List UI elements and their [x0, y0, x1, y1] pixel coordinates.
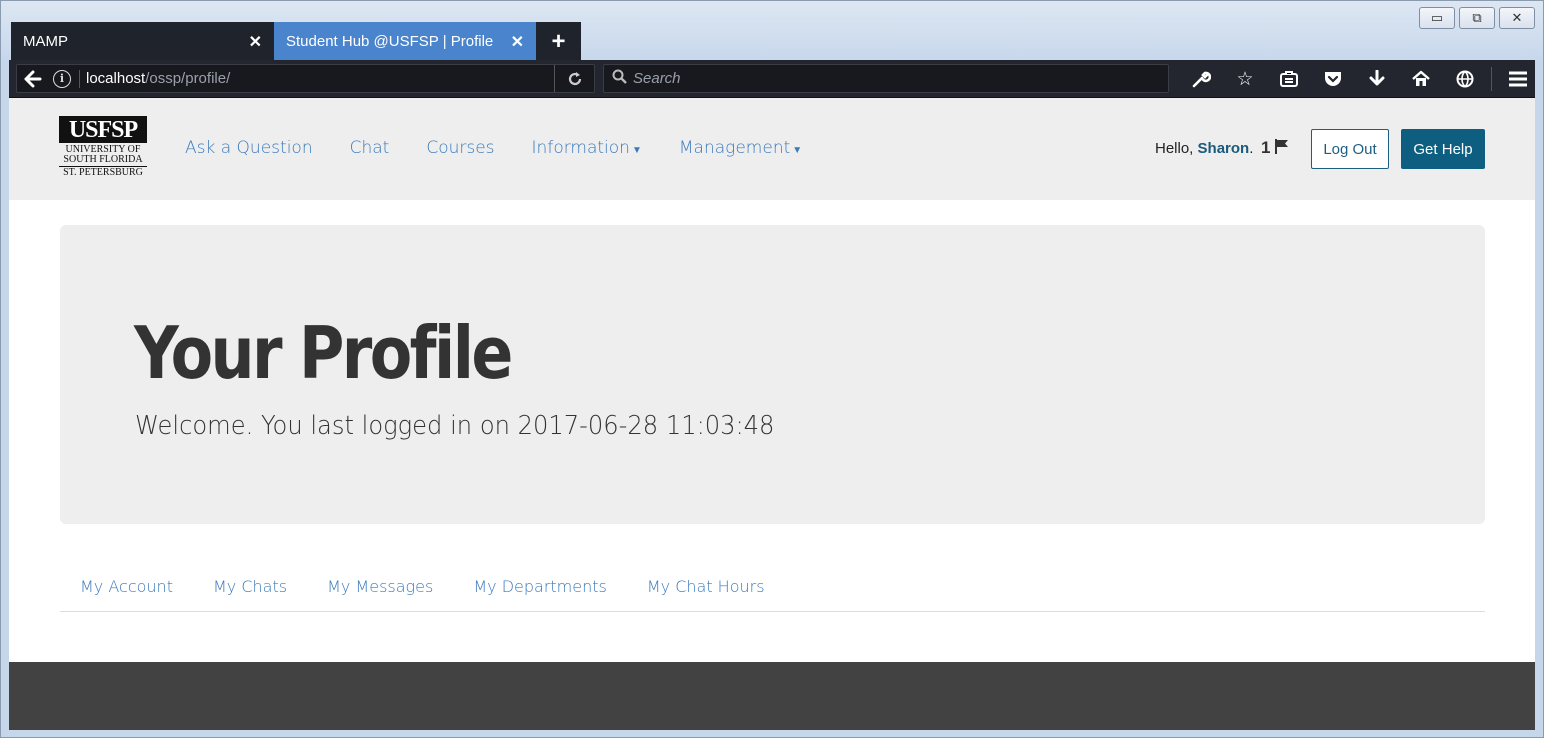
main-nav: Ask a Question Chat Courses Information ▼… [185, 136, 839, 163]
web-page: USFSP UNIVERSITY OF SOUTH FLORIDA ST. PE… [9, 98, 1535, 730]
site-info-icon[interactable]: i [53, 69, 71, 88]
pocket-icon[interactable] [1311, 60, 1355, 98]
nav-label: Management [678, 138, 791, 158]
browser-toolbar: i localhost/ossp/profile/ ☆ [9, 60, 1535, 98]
wrench-icon[interactable] [1179, 60, 1223, 98]
site-header: USFSP UNIVERSITY OF SOUTH FLORIDA ST. PE… [9, 98, 1535, 200]
window-controls: ▭ ⧉ ✕ [1419, 7, 1535, 29]
search-input[interactable] [633, 70, 1133, 87]
close-window-button[interactable]: ✕ [1499, 7, 1535, 29]
close-tab-icon[interactable]: ✕ [511, 32, 524, 52]
reading-list-icon[interactable] [1267, 60, 1311, 98]
tab-my-messages[interactable]: My Messages [307, 565, 453, 609]
tab-mamp[interactable]: MAMP ✕ [11, 22, 274, 61]
url-bar[interactable]: i localhost/ossp/profile/ [16, 64, 595, 93]
url-host: localhost [86, 69, 146, 87]
nav-chat[interactable]: Chat [350, 136, 390, 163]
nav-label: Information [531, 138, 630, 158]
nav-information-dropdown[interactable]: Information ▼ [532, 136, 642, 163]
search-icon [612, 69, 627, 88]
download-icon[interactable] [1355, 60, 1399, 98]
caret-down-icon: ▼ [792, 145, 803, 156]
logo-line: ST. PETERSBURG [59, 166, 147, 178]
tab-my-chat-hours[interactable]: My Chat Hours [627, 565, 785, 609]
nav-label: Ask a Question [185, 138, 313, 158]
tab-my-chats[interactable]: My Chats [193, 565, 307, 609]
restore-button[interactable]: ⧉ [1459, 7, 1495, 29]
nav-management-dropdown[interactable]: Management ▼ [679, 136, 802, 163]
flag-count: 1 [1261, 138, 1271, 157]
toolbar-icons: ☆ [1179, 60, 1540, 98]
url-path: /ossp/profile/ [145, 69, 231, 87]
menu-icon[interactable] [1496, 60, 1540, 98]
nav-label: Chat [349, 138, 390, 158]
tab-label: MAMP [23, 33, 68, 50]
url-text[interactable]: localhost/ossp/profile/ [79, 69, 554, 88]
usfsp-logo[interactable]: USFSP UNIVERSITY OF SOUTH FLORIDA ST. PE… [59, 116, 149, 178]
globe-icon[interactable] [1443, 60, 1487, 98]
tab-my-departments[interactable]: My Departments [453, 565, 627, 609]
page-title: Your Profile [134, 311, 513, 395]
greeting-suffix: . [1249, 140, 1254, 157]
profile-jumbotron: Your Profile Welcome. You last logged in… [60, 225, 1485, 524]
tab-my-account[interactable]: My Account [60, 565, 193, 609]
toolbar-divider [1491, 67, 1492, 91]
greeting: Hello, Sharon. [1155, 140, 1253, 157]
back-arrow-icon[interactable] [17, 65, 49, 92]
new-tab-button[interactable]: + [536, 22, 581, 61]
reload-icon[interactable] [554, 65, 594, 92]
last-login-text: Welcome. You last logged in on 2017-06-2… [135, 411, 775, 441]
flag-icon [1274, 138, 1290, 158]
site-footer [9, 662, 1535, 730]
flag-notifications[interactable]: 1 [1261, 138, 1290, 158]
greeting-prefix: Hello, [1155, 140, 1194, 157]
close-tab-icon[interactable]: ✕ [249, 32, 262, 52]
search-bar[interactable] [603, 64, 1169, 93]
log-out-button[interactable]: Log Out [1311, 129, 1389, 169]
logo-wordmark: USFSP [59, 116, 147, 143]
caret-down-icon: ▼ [631, 145, 642, 156]
logo-line: SOUTH FLORIDA [63, 154, 143, 165]
profile-tabs: My Account My Chats My Messages My Depar… [60, 565, 1485, 612]
nav-label: Courses [426, 138, 495, 158]
home-icon[interactable] [1399, 60, 1443, 98]
bookmark-star-icon[interactable]: ☆ [1223, 60, 1267, 98]
tab-label: Student Hub @USFSP | Profile [286, 33, 494, 50]
minimize-button[interactable]: ▭ [1419, 7, 1455, 29]
user-name[interactable]: Sharon [1198, 140, 1250, 157]
nav-courses[interactable]: Courses [426, 136, 494, 163]
tab-student-hub-profile[interactable]: Student Hub @USFSP | Profile ✕ [274, 22, 536, 61]
tab-strip: MAMP ✕ Student Hub @USFSP | Profile ✕ + [11, 22, 581, 61]
nav-ask-a-question[interactable]: Ask a Question [185, 136, 313, 163]
get-help-button[interactable]: Get Help [1401, 129, 1485, 169]
